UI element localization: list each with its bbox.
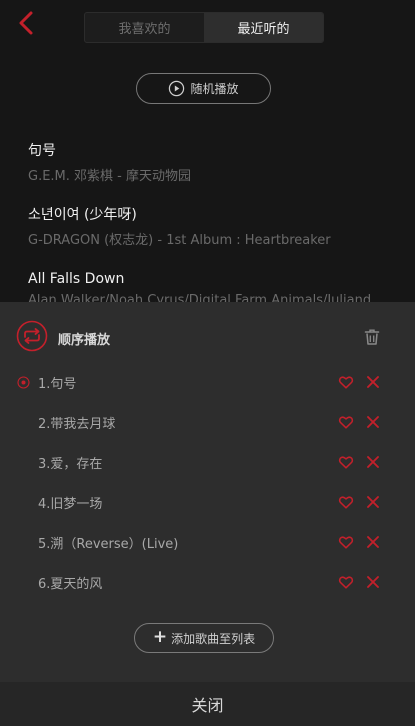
tab-switcher: 我喜欢的 最近听的 [84,12,324,43]
add-songs-label: 添加歌曲至列表 [171,631,256,646]
song-artist-album: G-DRAGON (权志龙) - 1st Album : Heartbreake… [28,233,331,248]
close-icon[interactable] [366,495,380,509]
trash-icon [364,329,380,345]
playlist-row: 4.旧梦一场 [0,482,415,522]
playlist-row: 5.溯（Reverse）(Live) [0,522,415,562]
playlist-row: 3.爱，存在 [0,442,415,482]
playlist-song-label[interactable]: 1.句号 [38,373,76,392]
playlist-song-label[interactable]: 4.旧梦一场 [38,493,102,512]
song-title: All Falls Down [28,271,125,287]
play-mode-button[interactable] [16,320,48,352]
playlist-row: 1.句号 [0,362,415,402]
heart-icon[interactable] [338,414,354,430]
close-icon[interactable] [366,375,380,389]
heart-icon[interactable] [338,534,354,550]
playlist-row: 2.带我去月球 [0,402,415,442]
close-label: 关闭 [191,696,224,715]
shuffle-play-label: 随机播放 [190,82,239,96]
shuffle-play-button[interactable]: 随机播放 [136,73,271,104]
close-icon[interactable] [366,415,380,429]
clear-playlist-button[interactable] [362,327,382,347]
heart-icon[interactable] [338,494,354,510]
chevron-left-icon [19,11,33,35]
tab-favorites[interactable]: 我喜欢的 [85,13,204,42]
close-icon[interactable] [366,535,380,549]
list-item[interactable]: 소년이여 (少年呀) G-DRAGON (权志龙) - 1st Album : … [28,204,398,268]
playlist-row: 6.夏天的风 [0,562,415,602]
close-button[interactable]: 关闭 [0,682,415,726]
heart-icon[interactable] [338,574,354,590]
tab-recent[interactable]: 最近听的 [204,13,323,42]
now-playing-icon [17,375,30,389]
playlist-song-label[interactable]: 2.带我去月球 [38,413,115,432]
plus-icon: + [152,626,168,647]
playlist-sheet: 顺序播放 1.句号 2.带我去月球 3.爱，存在 4.旧梦一场 5.溯（Reve… [0,302,415,726]
heart-icon[interactable] [338,454,354,470]
song-artist-album: G.E.M. 邓紫棋 - 摩天动物园 [28,169,191,184]
playlist-song-label[interactable]: 3.爱，存在 [38,453,102,472]
play-mode-label: 顺序播放 [58,333,111,348]
close-icon[interactable] [366,455,380,469]
playlist-queue: 1.句号 2.带我去月球 3.爱，存在 4.旧梦一场 5.溯（Reverse）(… [0,362,415,602]
add-songs-button[interactable]: + 添加歌曲至列表 [134,623,274,653]
repeat-icon [16,320,48,352]
playlist-song-label[interactable]: 6.夏天的风 [38,573,102,592]
playlist-song-label[interactable]: 5.溯（Reverse）(Live) [38,533,178,552]
back-button[interactable] [14,10,40,36]
heart-icon[interactable] [338,374,354,390]
song-title: 소년이여 (少年呀) [28,207,137,223]
play-circle-icon [169,80,185,97]
song-title: 句号 [28,143,56,159]
close-icon[interactable] [366,575,380,589]
list-item[interactable]: 句号 G.E.M. 邓紫棋 - 摩天动物园 [28,140,398,204]
